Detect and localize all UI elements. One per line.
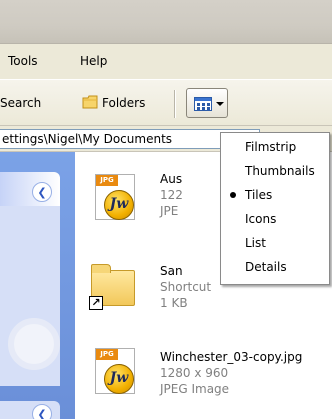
shortcut-arrow-icon: ↗ bbox=[89, 296, 103, 310]
folders-icon bbox=[82, 95, 98, 109]
file-name[interactable]: San bbox=[160, 264, 183, 278]
views-button[interactable] bbox=[186, 88, 228, 118]
menu-item-details[interactable]: Details bbox=[222, 256, 328, 278]
menu-help[interactable]: Help bbox=[80, 54, 107, 68]
file-type: JPE bbox=[160, 204, 179, 218]
window-title-bar bbox=[0, 0, 332, 44]
selected-bullet-icon bbox=[230, 192, 236, 198]
file-name[interactable]: Aus bbox=[160, 172, 182, 186]
file-dimensions: 122 bbox=[160, 188, 183, 202]
task-pane: ❮ ❮ bbox=[0, 152, 75, 419]
menu-tools[interactable]: Tools bbox=[8, 54, 38, 68]
menu-item-filmstrip[interactable]: Filmstrip bbox=[222, 136, 328, 158]
chevron-down-icon bbox=[216, 102, 224, 106]
menu-item-tiles[interactable]: Tiles bbox=[222, 184, 328, 206]
menu-item-thumbnails[interactable]: Thumbnails bbox=[222, 160, 328, 182]
file-type: JPEG Image bbox=[160, 382, 230, 396]
file-type: Shortcut bbox=[160, 280, 212, 294]
file-size: 1 KB bbox=[160, 296, 188, 310]
toolbar-separator bbox=[174, 90, 175, 118]
search-button[interactable]: Search bbox=[0, 96, 41, 110]
folders-button[interactable]: Folders bbox=[102, 96, 145, 110]
file-dimensions: 1280 x 960 bbox=[160, 366, 229, 380]
menu-bar: Tools Help bbox=[0, 44, 332, 80]
folder-shortcut-icon[interactable]: ↗ bbox=[89, 264, 137, 312]
file-name[interactable]: Winchester_03-copy.jpg bbox=[160, 350, 302, 364]
jpg-file-icon[interactable]: JPG Jw bbox=[91, 348, 139, 396]
views-menu: Filmstrip Thumbnails Tiles Icons List De… bbox=[220, 132, 330, 285]
menu-item-list[interactable]: List bbox=[222, 232, 328, 254]
task-pane-graphic bbox=[8, 318, 60, 370]
jpg-file-icon[interactable]: JPG Jw bbox=[91, 174, 139, 222]
views-icon bbox=[194, 97, 212, 111]
collapse-chevron-icon[interactable]: ❮ bbox=[32, 182, 52, 202]
collapse-chevron-icon[interactable]: ❮ bbox=[32, 404, 52, 419]
toolbar: Search Folders bbox=[0, 80, 332, 126]
menu-item-icons[interactable]: Icons bbox=[222, 208, 328, 230]
